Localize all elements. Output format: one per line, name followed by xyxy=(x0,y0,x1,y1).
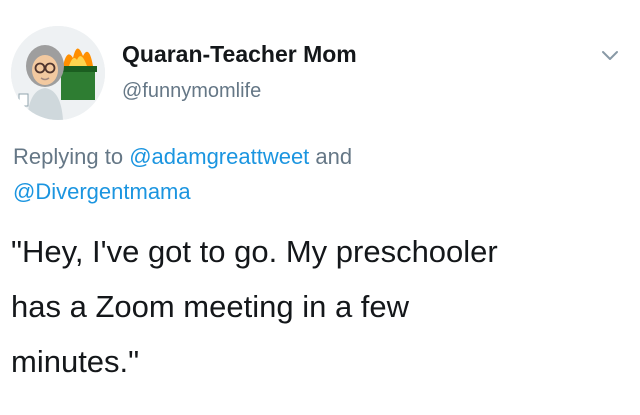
author-handle[interactable]: @funnymomlife xyxy=(122,80,261,103)
author-display-name[interactable]: Quaran-Teacher Mom xyxy=(122,41,357,68)
replying-to-line-2: @Divergentmama xyxy=(13,179,191,205)
avatar-illustration-icon xyxy=(11,26,105,120)
reply-conjunction: and xyxy=(315,144,353,169)
tweet-text-line: "Hey, I've got to go. My preschooler xyxy=(11,234,498,269)
tweet-text-line: minutes." xyxy=(11,344,140,379)
mention-link-divergentmama[interactable]: @Divergentmama xyxy=(13,179,191,204)
tweet-text-line: has a Zoom meeting in a few xyxy=(11,289,410,324)
replying-to-line: Replying to @adamgreattweet and xyxy=(13,144,352,170)
tweet-card: Quaran-Teacher Mom @funnymomlife Replyin… xyxy=(0,0,640,415)
avatar[interactable] xyxy=(11,26,105,120)
chevron-down-icon[interactable] xyxy=(598,44,622,68)
mention-link-adamgreattweet[interactable]: @adamgreattweet xyxy=(129,144,309,169)
replying-to-label: Replying to xyxy=(13,144,124,169)
